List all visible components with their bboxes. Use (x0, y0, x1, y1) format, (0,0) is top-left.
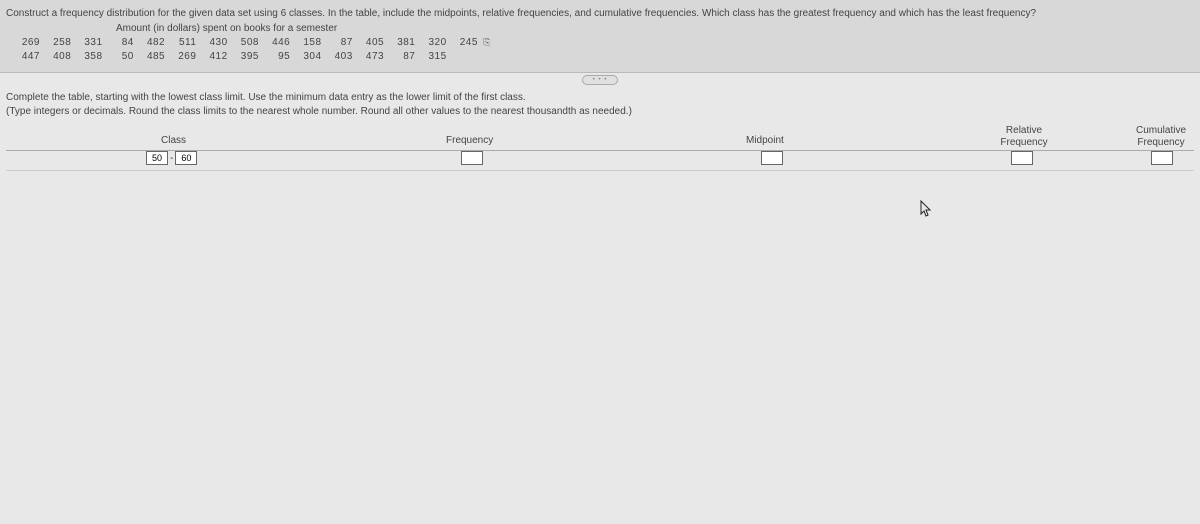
section-divider: • • • (0, 73, 1200, 85)
data-row-1: 269 258 331 84 482 511 430 508 446 158 8… (12, 36, 1194, 50)
expand-handle[interactable]: • • • (582, 75, 618, 85)
question-text: Construct a frequency distribution for t… (6, 8, 1194, 19)
midpoint-cell (761, 151, 783, 165)
relative-cell (1011, 151, 1033, 165)
header-frequency: Frequency (446, 135, 493, 146)
instruction-line-1: Complete the table, starting with the lo… (6, 91, 1194, 105)
header-class: Class (161, 135, 186, 146)
data-row-2: 447 408 358 50 485 269 412 395 95 304 40… (12, 50, 1194, 64)
copy-icon[interactable]: ⎘ (483, 36, 491, 49)
cumulative-cell (1151, 151, 1173, 165)
data-values: 269 258 331 84 482 511 430 508 446 158 8… (12, 36, 1194, 64)
table-headers: Class Frequency Midpoint RelativeFrequen… (6, 125, 1194, 151)
data-label: Amount (in dollars) spent on books for a… (116, 23, 1194, 34)
header-midpoint: Midpoint (746, 135, 784, 146)
class-dash: - (170, 153, 173, 164)
frequency-input[interactable] (461, 151, 483, 165)
header-cumulative-frequency: CumulativeFrequency (1126, 125, 1196, 149)
frequency-table: Class Frequency Midpoint RelativeFrequen… (0, 125, 1200, 171)
frequency-cell (461, 151, 483, 165)
class-high-input[interactable] (175, 151, 197, 165)
class-cell: - (146, 151, 197, 165)
instruction-line-2: (Type integers or decimals. Round the cl… (6, 105, 1194, 119)
relative-input[interactable] (1011, 151, 1033, 165)
midpoint-input[interactable] (761, 151, 783, 165)
instructions: Complete the table, starting with the lo… (0, 85, 1200, 125)
header-relative-frequency: RelativeFrequency (989, 125, 1059, 149)
cumulative-input[interactable] (1151, 151, 1173, 165)
class-low-input[interactable] (146, 151, 168, 165)
question-panel: Construct a frequency distribution for t… (0, 0, 1200, 73)
table-row: - (6, 151, 1194, 171)
dots-icon: • • • (593, 77, 608, 83)
cursor-icon (920, 200, 934, 221)
